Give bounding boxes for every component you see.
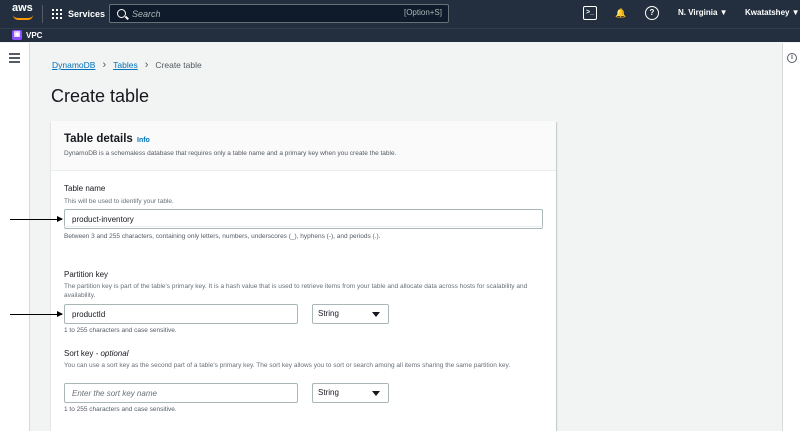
breadcrumb-tables[interactable]: Tables (113, 60, 138, 70)
right-help-rail: i (782, 43, 800, 431)
top-navigation-bar: aws Services [Option+S] >_ 🔔 ? N. Virgin… (0, 0, 800, 28)
search-box[interactable]: [Option+S] (109, 4, 449, 23)
annotation-arrow-partition-key (10, 311, 63, 317)
sort-key-type-value: String (318, 388, 339, 397)
search-input[interactable] (132, 7, 362, 21)
aws-smile-icon (13, 15, 33, 20)
search-shortcut-hint: [Option+S] (403, 8, 442, 17)
partition-key-label: Partition key (64, 270, 109, 279)
table-name-label: Table name (64, 184, 106, 193)
sort-key-type-select[interactable]: String (312, 383, 389, 403)
hamburger-menu-icon[interactable] (9, 53, 20, 63)
favorite-vpc-label: VPC (26, 30, 43, 40)
notifications-bell-icon[interactable]: 🔔 (614, 6, 628, 20)
partition-key-type-value: String (318, 309, 339, 318)
region-selector[interactable]: N. Virginia ▼ (678, 8, 728, 17)
sort-key-label-text: Sort key (64, 349, 94, 358)
left-navigation-rail (0, 43, 30, 431)
aws-logo[interactable]: aws (12, 3, 34, 23)
table-name-description: This will be used to identify your table… (64, 198, 174, 205)
services-label: Services (68, 9, 106, 19)
caret-down-icon (372, 391, 380, 396)
info-panel-icon[interactable]: i (787, 53, 797, 63)
panel-header: Table details Info DynamoDB is a schemal… (51, 121, 556, 171)
breadcrumb-dynamodb[interactable]: DynamoDB (52, 60, 95, 70)
sort-key-hint: 1 to 255 characters and case sensitive. (64, 406, 177, 413)
breadcrumb: DynamoDB › Tables › Create table (52, 59, 202, 71)
grid-icon (52, 9, 62, 19)
aws-logo-text: aws (12, 2, 33, 14)
breadcrumb-create-table: Create table (155, 60, 202, 70)
sort-key-optional-text: - optional (93, 349, 129, 358)
account-menu[interactable]: Kwatatshey ▼ (745, 8, 800, 17)
vpc-service-icon: ▣ (12, 30, 22, 40)
breadcrumb-separator: › (102, 59, 107, 71)
sort-key-description: You can use a sort key as the second par… (64, 362, 511, 369)
partition-key-input[interactable] (64, 304, 298, 324)
table-name-hint: Between 3 and 255 characters, containing… (64, 233, 381, 240)
partition-key-description: The partition key is part of the table's… (64, 283, 528, 299)
partition-key-type-select[interactable]: String (312, 304, 389, 324)
sort-key-label: Sort key - optional (64, 349, 128, 358)
table-details-panel: Table details Info DynamoDB is a schemal… (51, 121, 556, 431)
caret-down-icon (372, 312, 380, 317)
annotation-arrow-table-name (10, 216, 63, 222)
partition-key-hint: 1 to 255 characters and case sensitive. (64, 327, 177, 334)
sort-key-input[interactable] (64, 383, 298, 403)
favorites-bar: ▣ VPC (0, 28, 800, 42)
section-divider (64, 226, 544, 227)
page-title: Create table (51, 86, 150, 106)
services-menu-button[interactable]: Services (52, 4, 105, 24)
nav-divider (42, 5, 43, 23)
search-icon (117, 9, 126, 18)
cloudshell-icon[interactable]: >_ (583, 6, 597, 20)
panel-description: DynamoDB is a schemaless database that r… (64, 150, 397, 157)
favorite-vpc[interactable]: ▣ VPC (12, 30, 42, 40)
help-icon[interactable]: ? (645, 6, 659, 20)
panel-title: Table details (64, 133, 133, 145)
info-link[interactable]: Info (137, 137, 150, 144)
breadcrumb-separator: › (144, 59, 149, 71)
